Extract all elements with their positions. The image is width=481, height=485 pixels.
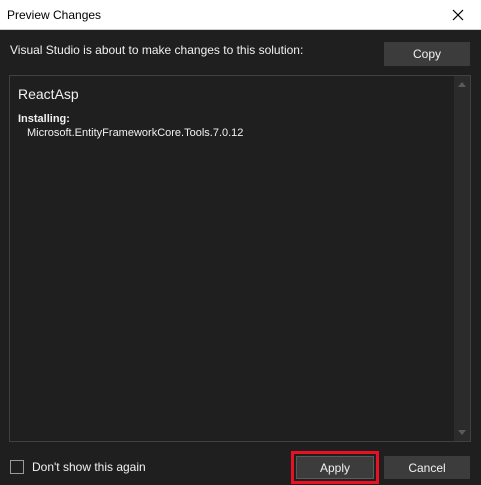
changes-panel: ReactAsp Installing: Microsoft.EntityFra… [9, 75, 471, 442]
apply-button[interactable]: Apply [296, 456, 374, 479]
chevron-down-icon[interactable] [458, 430, 466, 435]
cancel-button[interactable]: Cancel [384, 456, 470, 479]
close-button[interactable] [435, 0, 481, 29]
close-icon [452, 9, 464, 20]
chevron-up-icon[interactable] [458, 82, 466, 87]
action-label: Installing: [18, 113, 70, 125]
project-name: ReactAsp [18, 86, 79, 102]
vertical-scrollbar[interactable] [454, 76, 470, 441]
dont-show-checkbox[interactable] [10, 460, 24, 474]
intro-text: Visual Studio is about to make changes t… [10, 43, 304, 57]
dialog-title: Preview Changes [7, 8, 102, 22]
package-name: Microsoft.EntityFrameworkCore.Tools.7.0.… [27, 127, 244, 139]
title-bar: Preview Changes [0, 0, 481, 30]
copy-button[interactable]: Copy [384, 42, 470, 66]
dont-show-label[interactable]: Don't show this again [32, 460, 146, 474]
